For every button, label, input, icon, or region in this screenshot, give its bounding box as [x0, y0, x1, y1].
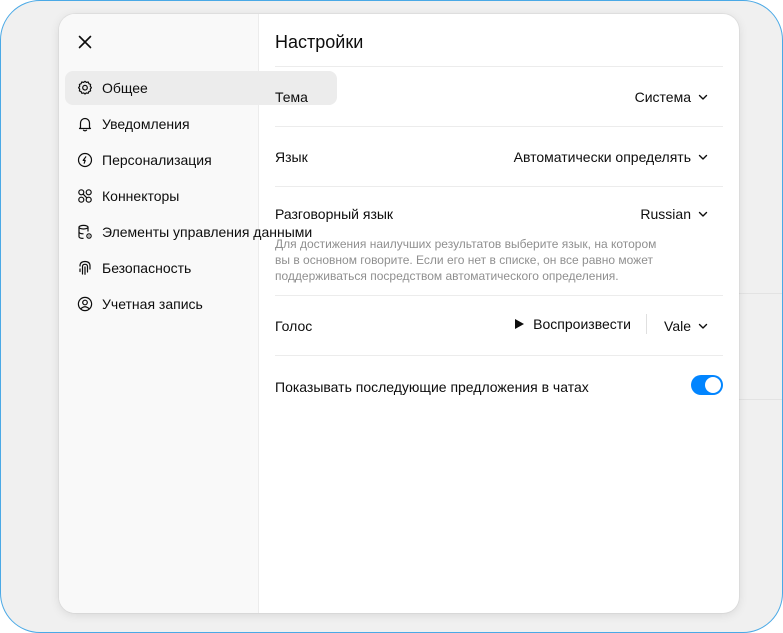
play-voice-button[interactable]: Воспроизвести: [513, 316, 631, 332]
sidebar-item-label: Общее: [102, 80, 148, 96]
play-icon: [513, 318, 525, 330]
toggle-knob: [705, 377, 721, 393]
theme-dropdown[interactable]: Система: [635, 89, 709, 105]
divider: [275, 295, 723, 296]
sidebar-item-label: Персонализация: [102, 152, 212, 168]
sidebar-item-label: Коннекторы: [102, 188, 180, 204]
language-value: Автоматически определять: [513, 149, 691, 165]
sidebar-item-label: Безопасность: [102, 260, 192, 276]
chevron-down-icon: [697, 208, 709, 220]
voice-dropdown[interactable]: Vale: [664, 318, 709, 334]
sidebar-item-label: Учетная запись: [102, 296, 203, 312]
divider: [275, 126, 723, 127]
divider: [646, 314, 647, 334]
spoken-language-label: Разговорный язык: [275, 206, 394, 222]
play-voice-label: Воспроизвести: [533, 316, 631, 332]
page-title: Настройки: [275, 32, 364, 52]
divider: [275, 186, 723, 187]
divider: [275, 355, 723, 356]
theme-value: Система: [634, 89, 691, 105]
language-dropdown[interactable]: Автоматически определять: [514, 149, 709, 165]
fingerprint-icon: [76, 259, 94, 277]
user-circle-icon: [76, 295, 94, 313]
follow-up-label: Показывать последующие предложения в чат…: [275, 379, 589, 395]
voice-value: Vale: [664, 318, 691, 334]
gear-icon: [76, 79, 94, 97]
chevron-down-icon: [697, 320, 709, 332]
background-divider: [739, 293, 782, 294]
database-icon: [76, 223, 94, 241]
window-frame: Общее Уведомления Персонализация Коннект…: [0, 0, 783, 633]
spoken-language-help: Для достижения наилучших результатов выб…: [275, 237, 657, 283]
language-label: Язык: [275, 149, 308, 165]
settings-content: Настройки Тема Система Язык Автоматическ…: [275, 14, 723, 613]
connectors-icon: [76, 187, 94, 205]
chevron-down-icon: [697, 151, 709, 163]
chevron-down-icon: [697, 91, 709, 103]
follow-up-toggle[interactable]: [691, 375, 723, 395]
close-icon: [78, 35, 92, 49]
divider: [275, 66, 723, 67]
settings-dialog: Общее Уведомления Персонализация Коннект…: [59, 14, 739, 613]
spoken-language-value: Russian: [640, 206, 691, 222]
voice-label: Голос: [275, 318, 313, 334]
theme-label: Тема: [275, 89, 308, 105]
sidebar-item-label: Уведомления: [102, 116, 190, 132]
spoken-language-dropdown[interactable]: Russian: [640, 206, 709, 222]
personalization-icon: [76, 151, 94, 169]
close-button[interactable]: [73, 30, 97, 54]
bell-icon: [76, 115, 94, 133]
background-divider: [739, 399, 782, 400]
